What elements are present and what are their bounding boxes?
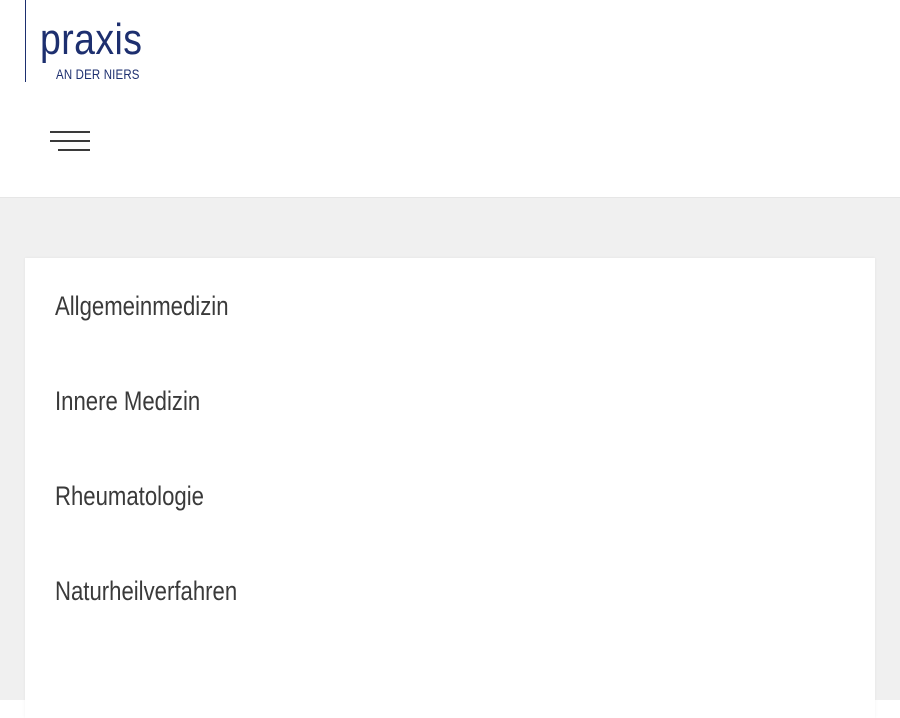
menu-line bbox=[50, 140, 90, 142]
service-item-allgemeinmedizin[interactable]: Allgemeinmedizin bbox=[55, 289, 229, 323]
service-item-rheumatologie[interactable]: Rheumatologie bbox=[55, 479, 204, 513]
logo-sub-text: AN DER NIERS bbox=[56, 66, 140, 82]
praxis-logo[interactable]: praxis AN DER NIERS bbox=[25, 0, 156, 82]
service-item-naturheilverfahren[interactable]: Naturheilverfahren bbox=[55, 574, 237, 608]
menu-line bbox=[50, 131, 90, 133]
service-item-innere-medizin[interactable]: Innere Medizin bbox=[55, 384, 200, 418]
hamburger-menu-icon[interactable] bbox=[50, 131, 90, 151]
main-content: Allgemeinmedizin Innere Medizin Rheumato… bbox=[0, 198, 900, 718]
logo-main-text: praxis bbox=[40, 15, 143, 64]
menu-line bbox=[58, 149, 90, 151]
site-header: praxis AN DER NIERS bbox=[0, 0, 900, 198]
services-card: Allgemeinmedizin Innere Medizin Rheumato… bbox=[25, 258, 875, 718]
